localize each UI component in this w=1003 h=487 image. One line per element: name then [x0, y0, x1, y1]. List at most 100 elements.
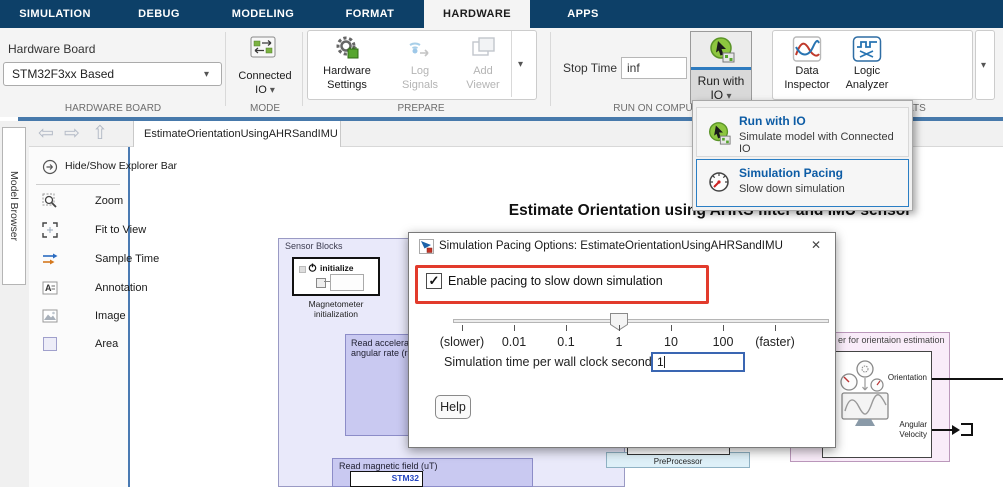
- sample-time-icon: [42, 251, 58, 267]
- palette-item-image[interactable]: Image: [29, 308, 128, 325]
- stm32-block[interactable]: STM32: [350, 471, 423, 487]
- menu-item-title: Simulation Pacing: [739, 166, 843, 180]
- time-input-value: 1: [657, 355, 664, 369]
- arrowhead-icon: [952, 425, 960, 435]
- run-button-accent: [691, 67, 751, 70]
- circled-arrow-icon: [42, 159, 58, 175]
- add-viewer-button: Add Viewer: [455, 33, 511, 95]
- enable-pacing-label: Enable pacing to slow down simulation: [448, 274, 663, 288]
- up-arrow-icon[interactable]: ⇧: [92, 122, 108, 146]
- run-with-io-icon-area: [691, 32, 751, 67]
- dialog-simulink-icon: [419, 239, 434, 254]
- pacing-slider-track[interactable]: [453, 319, 829, 323]
- signal-line-orientation: [932, 378, 1003, 380]
- palette-label: Sample Time: [95, 251, 165, 268]
- add-viewer-icon: [470, 35, 496, 59]
- stm32-label: STM32: [351, 472, 422, 483]
- fit-to-view-icon: [42, 222, 58, 238]
- chevron-down-icon: ▾: [204, 70, 209, 80]
- magnifier-icon: [42, 193, 58, 209]
- palette-label: Image: [95, 308, 165, 325]
- palette-item-fit-to-view[interactable]: Fit to View: [29, 222, 128, 239]
- magnetometer-init-block[interactable]: initialize: [292, 257, 380, 296]
- hardware-board-value: STM32F3xx Based: [12, 67, 114, 81]
- stop-time-input[interactable]: inf: [621, 57, 687, 79]
- hardware-settings-label: Hardware: [311, 65, 383, 77]
- logic-analyzer-icon: [852, 34, 882, 64]
- filter-region-label: er for orientaion estimation: [838, 335, 945, 345]
- simulation-pacing-dialog: Simulation Pacing Options: EstimateOrien…: [408, 232, 836, 448]
- logic-analyzer-label: Logic: [838, 65, 896, 77]
- pacing-gauge-icon: [708, 171, 730, 193]
- logic-analyzer-button[interactable]: Logic Analyzer: [838, 33, 896, 95]
- filter-block[interactable]: Orientation Angular Velocity: [822, 351, 932, 458]
- tab-hardware[interactable]: HARDWARE: [424, 0, 530, 28]
- tab-debug[interactable]: DEBUG: [107, 0, 211, 28]
- palette-item-area[interactable]: Area: [29, 336, 128, 353]
- slider-tick: [775, 325, 776, 331]
- group-divider: [225, 32, 226, 106]
- menu-item-simulation-pacing[interactable]: Simulation Pacing Slow down simulation: [696, 159, 909, 207]
- data-inspector-button[interactable]: Data Inspector: [776, 33, 838, 95]
- read-magnetic-field-label: Read magnetic field (uT): [339, 461, 532, 471]
- close-icon[interactable]: ✕: [807, 238, 825, 252]
- palette-label: Fit to View: [95, 222, 165, 239]
- forward-arrow-icon[interactable]: ⇨: [64, 122, 80, 146]
- palette-label: Hide/Show Explorer Bar: [65, 158, 195, 175]
- connected-io-icon: [249, 34, 277, 60]
- enable-pacing-checkbox[interactable]: ✓: [426, 273, 442, 289]
- slider-tick: [619, 325, 620, 331]
- prepare-gallery-button[interactable]: ▾: [518, 60, 523, 70]
- connected-io-button[interactable]: Connected IO ▾: [232, 34, 298, 104]
- time-per-wall-clock-input[interactable]: 1: [651, 352, 745, 372]
- run-with-io-button[interactable]: Run with IO ▾: [690, 31, 752, 104]
- add-viewer-label2: Viewer: [455, 79, 511, 91]
- palette-item-zoom[interactable]: Zoom: [29, 193, 128, 210]
- log-signals-button: Log Signals: [385, 33, 455, 95]
- help-button[interactable]: Help: [435, 395, 471, 419]
- model-browser-tab[interactable]: Model Browser: [2, 127, 26, 285]
- data-inspector-icon: [792, 34, 822, 64]
- palette-item-annotation[interactable]: A Annotation: [29, 280, 128, 297]
- subsystem-inner-block: [330, 274, 364, 291]
- text-cursor: [664, 356, 665, 368]
- slider-tick: [671, 325, 672, 331]
- slider-tick: [723, 325, 724, 331]
- run-with-io-icon: [708, 36, 735, 63]
- palette-divider: [36, 184, 120, 185]
- magnetometer-caption: Magnetometer initialization: [288, 299, 384, 319]
- port-label-orientation: Orientation: [857, 373, 927, 382]
- palette-label: Area: [95, 336, 165, 353]
- app-window: SIMULATION DEBUG MODELING FORMAT HARDWAR…: [0, 0, 1003, 487]
- panel-divider: [511, 31, 512, 97]
- signal-line-angular-velocity: [932, 429, 953, 431]
- initialize-label: initialize: [320, 263, 354, 273]
- run-with-io-menu: Run with IO Simulate model with Connecte…: [692, 100, 913, 211]
- document-tab[interactable]: EstimateOrientationUsingAHRSandIMU: [133, 121, 341, 147]
- annotation-icon: A: [42, 280, 58, 296]
- block-port: [299, 266, 306, 273]
- menu-item-subtitle: Simulate model with Connected IO: [739, 131, 908, 155]
- palette-item-hide-show-explorer[interactable]: Hide/Show Explorer Bar: [29, 158, 128, 175]
- review-gallery-button[interactable]: ▾: [975, 30, 995, 100]
- tab-modeling[interactable]: MODELING: [211, 0, 315, 28]
- ribbon-group-label-hardware-board: HARDWARE BOARD: [28, 103, 198, 115]
- log-signals-icon: [407, 35, 433, 59]
- group-divider: [302, 32, 303, 106]
- slider-label-faster: (faster): [735, 335, 815, 349]
- slider-tick: [514, 325, 515, 331]
- menu-item-run-with-io[interactable]: Run with IO Simulate model with Connecte…: [696, 107, 909, 157]
- group-divider: [550, 32, 551, 106]
- palette-item-sample-time[interactable]: Sample Time: [29, 251, 128, 268]
- tab-apps[interactable]: APPS: [530, 0, 636, 28]
- hardware-settings-button[interactable]: Hardware Settings: [311, 33, 383, 95]
- hardware-settings-label2: Settings: [311, 79, 383, 91]
- ribbon-group-label-mode: MODE: [230, 103, 300, 115]
- image-icon: [42, 308, 58, 324]
- tab-format[interactable]: FORMAT: [318, 0, 422, 28]
- back-arrow-icon[interactable]: ⇦: [38, 122, 54, 146]
- data-inspector-label: Data: [776, 65, 838, 77]
- hardware-board-combo[interactable]: STM32F3xx Based ▾: [3, 62, 222, 86]
- tab-simulation[interactable]: SIMULATION: [3, 0, 107, 28]
- chevron-down-icon: ▾: [981, 61, 986, 71]
